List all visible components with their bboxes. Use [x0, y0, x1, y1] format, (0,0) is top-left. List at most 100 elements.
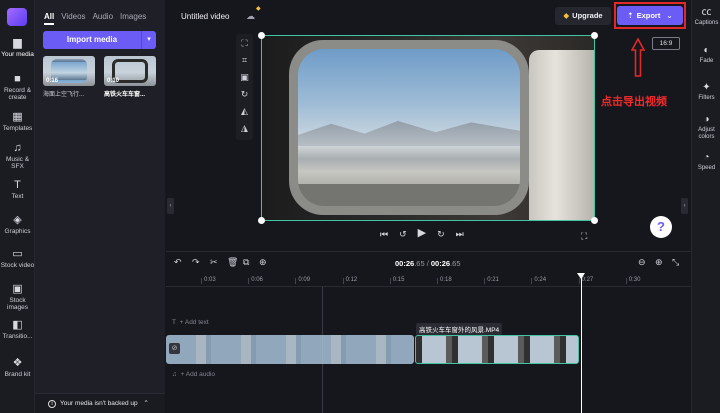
- zoom-out-icon[interactable]: ⊖: [638, 257, 646, 268]
- total-time: 00:26: [430, 259, 451, 268]
- import-media-button[interactable]: Import media ▾: [43, 31, 156, 49]
- add-audio-label: + Add audio: [180, 371, 216, 378]
- delete-icon[interactable]: 🗑: [227, 257, 238, 268]
- lock-icon[interactable]: ⊘: [169, 343, 180, 354]
- cloud-off-icon: ☁: [246, 11, 255, 21]
- total-time-frac: .65: [450, 259, 461, 268]
- speed-icon: ◔: [703, 152, 710, 163]
- property-captions[interactable]: ㏄ Captions: [692, 7, 720, 27]
- property-label: Fade: [699, 58, 714, 64]
- collapse-right-panel-button[interactable]: ›: [681, 198, 688, 214]
- folder-icon: ▆: [13, 37, 22, 49]
- add-audio-track[interactable]: ♫ + Add audio: [172, 371, 215, 378]
- tab-all[interactable]: All: [44, 12, 55, 25]
- duplicate-icon[interactable]: ⧉: [243, 257, 249, 268]
- chevron-up-icon[interactable]: ⌃: [143, 400, 148, 407]
- rail-item[interactable]: T Text: [0, 180, 35, 201]
- property-adjust-colors[interactable]: ◑ Adjust colors: [692, 114, 720, 141]
- record-icon: ■: [14, 73, 21, 85]
- help-button[interactable]: ?: [650, 216, 672, 238]
- transitions-icon: ◧: [12, 319, 23, 331]
- play-icon[interactable]: ▶: [418, 228, 426, 240]
- rail-item-label: Record & create: [3, 87, 32, 101]
- undo-icon[interactable]: ↶: [174, 257, 182, 268]
- resize-handle[interactable]: [258, 32, 265, 39]
- skip-end-icon[interactable]: ⏭: [456, 229, 464, 240]
- forward-5-icon[interactable]: ↻: [437, 229, 445, 240]
- project-title[interactable]: Untitled video: [181, 12, 229, 21]
- timeline-toolbar: ↶ ↷ ✂ 🗑 ⧉ ⊕ 00:26.65 / 00:26.65 ⊖ ⊕ ⤡: [166, 252, 691, 274]
- backup-banner[interactable]: i Your media isn't backed up ⌃: [35, 393, 165, 413]
- ruler-tick: 0:21: [484, 277, 499, 284]
- timeline: ↶ ↷ ✂ 🗑 ⧉ ⊕ 00:26.65 / 00:26.65 ⊖ ⊕ ⤡ 0:…: [166, 251, 691, 413]
- rail-item-label: Graphics: [4, 228, 31, 235]
- crop-icon[interactable]: ⌗: [236, 53, 253, 67]
- property-speed[interactable]: ◔ Speed: [692, 152, 720, 172]
- media-thumb-2[interactable]: 0:10: [104, 56, 156, 86]
- aspect-ratio-button[interactable]: 16:9: [652, 37, 680, 50]
- rotate-icon[interactable]: ↻: [236, 87, 253, 101]
- rail-item[interactable]: ♫ Music & SFX: [0, 142, 35, 171]
- add-text-track[interactable]: T + Add text: [172, 319, 209, 326]
- property-label: Adjust colors: [698, 127, 715, 140]
- collapse-left-panel-button[interactable]: ‹: [167, 198, 174, 214]
- rail-item[interactable]: ▦ Templates: [0, 112, 35, 133]
- tab-images[interactable]: Images: [120, 12, 146, 25]
- fit-timeline-icon[interactable]: ⤡: [672, 257, 679, 268]
- thumb-caption: 高铁火车车窗...: [104, 92, 146, 98]
- property-fade[interactable]: ◐ Fade: [692, 45, 720, 65]
- resize-handle[interactable]: [591, 32, 598, 39]
- zoom-in-icon[interactable]: ⊕: [655, 257, 663, 268]
- property-filters[interactable]: ✦ Filters: [692, 82, 720, 102]
- video-clip-1[interactable]: ⊘: [166, 335, 414, 364]
- rail-item-label: Templates: [2, 125, 33, 132]
- media-tabs: All Videos Audio Images: [44, 12, 146, 25]
- right-rail: ㏄ Captions ◐ Fade ✦ Filters ◑ Adjust colors ◔ Spe…: [691, 0, 720, 413]
- resize-handle[interactable]: [258, 217, 265, 224]
- export-button[interactable]: ⇡ Export ⌄: [617, 6, 683, 25]
- rail-item[interactable]: ◈ Graphics: [0, 215, 35, 236]
- ruler-tick: 0:03: [201, 277, 216, 284]
- add-marker-icon[interactable]: ⊕: [259, 257, 267, 268]
- rail-item[interactable]: ▆ Your media: [0, 37, 35, 59]
- timeline-ruler[interactable]: 0:03 0:06 0:09 0:12 0:15 0:18 0:21 0:24 0:27 0:30: [166, 275, 691, 287]
- clip-label: 高铁火车车窗外的风景.MP4: [416, 323, 503, 335]
- chevron-down-icon[interactable]: ▾: [141, 31, 156, 49]
- rail-item[interactable]: ▭ Stock video: [0, 249, 35, 270]
- flip-vertical-icon[interactable]: ◮: [236, 121, 253, 135]
- flip-horizontal-icon[interactable]: ◭: [236, 104, 253, 118]
- fullscreen-icon[interactable]: ⛶: [581, 231, 587, 242]
- brand-kit-icon: ❖: [12, 357, 23, 369]
- thumb-duration: 0:16: [46, 78, 59, 84]
- tab-videos[interactable]: Videos: [61, 12, 85, 25]
- rail-item-label: Text: [11, 193, 24, 200]
- ruler-tick: 0:15: [389, 277, 405, 284]
- upgrade-button[interactable]: ◆ Upgrade: [555, 7, 611, 25]
- property-label: Filters: [698, 95, 715, 101]
- redo-icon[interactable]: ↷: [192, 257, 200, 268]
- current-time-frac: .65: [414, 259, 425, 268]
- resize-handle[interactable]: [591, 217, 598, 224]
- playhead[interactable]: [581, 274, 582, 413]
- annotation-arrow-icon: [631, 38, 645, 77]
- rail-item[interactable]: ❖ Brand kit: [0, 357, 35, 379]
- video-clip-2[interactable]: [415, 335, 579, 364]
- playhead-handle[interactable]: [577, 273, 585, 279]
- ruler-tick: 0:06: [248, 277, 263, 284]
- rail-item-label: Brand kit: [4, 371, 31, 378]
- rail-item[interactable]: ◧ Transitio...: [0, 319, 35, 341]
- media-thumb-1[interactable]: 0:16: [43, 56, 95, 86]
- gem-icon: ◆: [256, 6, 261, 12]
- split-icon[interactable]: ✂: [210, 257, 218, 268]
- tab-audio[interactable]: Audio: [93, 12, 113, 25]
- music-icon: ♫: [13, 142, 22, 154]
- rail-item[interactable]: ■ Record & create: [0, 73, 35, 102]
- rail-item[interactable]: ▣ Stock images: [0, 284, 35, 312]
- ruler-tick: 0:12: [342, 277, 358, 284]
- fit-icon[interactable]: ⛶: [236, 36, 253, 50]
- skip-start-icon[interactable]: ⏮: [380, 229, 388, 240]
- left-rail: ▆ Your media ■ Record & create ▦ Templates ♫ Mu…: [0, 0, 35, 413]
- rail-item-label: Your media: [1, 51, 34, 58]
- pip-icon[interactable]: ▣: [236, 70, 253, 84]
- rewind-5-icon[interactable]: ↺: [399, 229, 407, 240]
